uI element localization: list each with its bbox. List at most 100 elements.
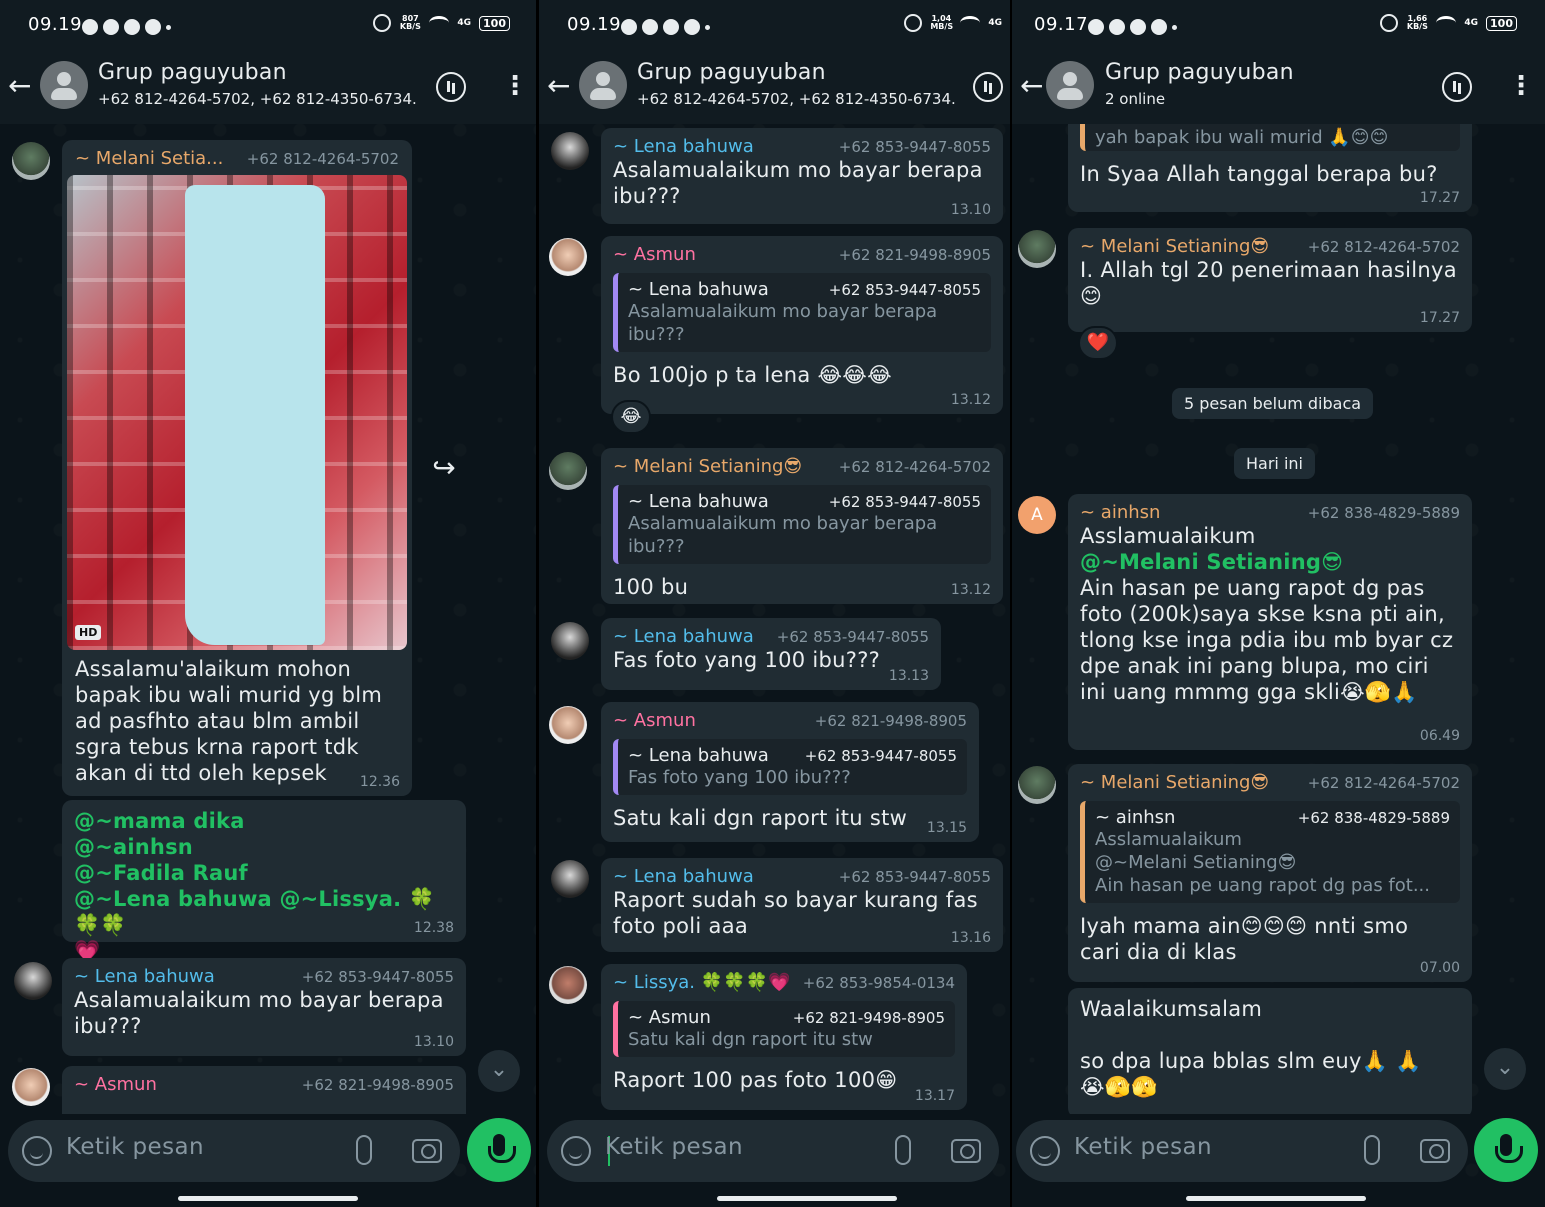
group-title[interactable]: Grup paguyuban (637, 60, 826, 85)
message-input[interactable]: Ketik pesan (605, 1134, 743, 1160)
sender-avatar[interactable] (549, 966, 587, 1004)
reply-message[interactable]: ~ Melani Setianing😎 +62 812-4264-5702 ~ … (601, 448, 1003, 604)
text-message[interactable]: ~ Lena bahuwa +62 853-9447-8055 Raport s… (601, 858, 1003, 952)
sender-name[interactable]: ~ Melani Setia... (75, 148, 223, 169)
attached-photo[interactable]: HD (67, 175, 407, 650)
quoted-message[interactable]: ~ Asmun +62 821-9498-8905 Satu kali dgn r… (613, 1001, 955, 1057)
sender-avatar[interactable] (551, 622, 589, 660)
reply-message[interactable]: ~ Lissya. 🍀🍀🍀💗 +62 853-9854-0134 ~ Asmun… (601, 964, 967, 1110)
group-avatar[interactable] (40, 61, 88, 109)
chat-header[interactable]: ← Grup paguyuban +62 812-4264-5702, +62 … (0, 52, 536, 124)
chat-header[interactable]: ← Grup paguyuban 2 online (1012, 52, 1545, 124)
message-list[interactable]: ~ Melani Setia... +62 812-4264-5702 HD A… (0, 124, 536, 1114)
sticker-icon[interactable] (22, 1136, 52, 1166)
overflow-menu-icon[interactable] (1508, 72, 1516, 102)
quoted-message[interactable]: ~ ainhsn +62 838-4829-5889 Asslamualaikum… (1080, 801, 1460, 903)
camera-icon[interactable] (1420, 1139, 1450, 1163)
whatsapp-icon (621, 19, 637, 35)
group-avatar[interactable] (579, 61, 627, 109)
mention-message[interactable]: ~ ainhsn +62 838-4829-5889 Asslamualaiku… (1068, 494, 1472, 750)
overflow-menu-icon[interactable] (502, 72, 510, 102)
sender-name[interactable]: ~ Asmun (613, 710, 696, 731)
home-indicator[interactable] (1186, 1196, 1366, 1201)
attach-icon[interactable] (1364, 1135, 1380, 1165)
forward-icon[interactable]: ↪ (424, 448, 464, 488)
quoted-message[interactable]: ~ Lena bahuwa +62 853-9447-8055 Asalamual… (613, 273, 991, 352)
chat-header[interactable]: ← Grup paguyuban +62 812-4264-5702, +62 … (539, 52, 1010, 124)
reply-message[interactable]: ~ Melani Setianing😎 +62 812-4264-5702 ~ … (1068, 764, 1472, 982)
sender-name[interactable]: ~ Lissya. 🍀🍀🍀💗 (613, 972, 790, 993)
camera-icon[interactable] (412, 1139, 442, 1163)
message-composer[interactable]: Ketik pesan (547, 1120, 999, 1182)
sender-avatar[interactable] (549, 452, 587, 490)
reaction-badge[interactable]: 😂 (611, 400, 651, 434)
attach-icon[interactable] (895, 1135, 911, 1165)
sender-name[interactable]: ~ Lena bahuwa (74, 966, 215, 987)
heart-reaction-badge[interactable]: ❤️ (1078, 326, 1118, 360)
camera-icon[interactable] (951, 1139, 981, 1163)
voice-record-button[interactable] (467, 1118, 531, 1182)
sender-avatar[interactable] (551, 860, 589, 898)
voice-record-button[interactable] (1474, 1118, 1538, 1182)
sender-avatar[interactable] (1018, 766, 1056, 804)
sender-avatar[interactable] (1018, 230, 1056, 268)
scroll-down-button[interactable]: ⌄ (478, 1050, 520, 1092)
sender-avatar[interactable] (12, 142, 50, 180)
group-call-icon[interactable] (436, 72, 466, 102)
scroll-down-button[interactable]: ⌄ (1484, 1048, 1526, 1090)
sender-name[interactable]: ~ ainhsn (1080, 502, 1160, 523)
text-message[interactable]: ~ Lena bahuwa +62 853-9447-8055 Fas foto… (601, 618, 941, 690)
sender-avatar[interactable] (14, 962, 52, 1000)
message-input[interactable]: Ketik pesan (1074, 1134, 1212, 1160)
sender-name[interactable]: ~ Asmun (74, 1074, 157, 1095)
home-indicator[interactable] (178, 1196, 358, 1201)
text-message[interactable]: ~ Melani Setianing😎 +62 812-4264-5702 I.… (1068, 228, 1472, 332)
quoted-message[interactable]: ~ Lena bahuwa +62 853-9447-8055 Asalamual… (613, 485, 991, 564)
quoted-message[interactable]: yah bapak ibu wali murid 🙏😊😊 (1080, 124, 1460, 151)
quoted-message[interactable]: ~ Lena bahuwa +62 853-9447-8055 Fas foto … (613, 739, 967, 795)
reply-message[interactable]: ~ Asmun +62 821-9498-8905 ~ Lena bahuwa +… (601, 236, 1003, 414)
text-message[interactable]: Waalaikumsalam so dpa lupa bblas slm euy… (1068, 988, 1472, 1114)
sender-name[interactable]: ~ Melani Setianing😎 (613, 456, 802, 477)
sender-name[interactable]: ~ Melani Setianing😎 (1080, 772, 1269, 793)
message-composer[interactable]: Ketik pesan (1016, 1120, 1468, 1182)
sender-name[interactable]: ~ Lena bahuwa (613, 626, 754, 647)
sender-name[interactable]: ~ Lena bahuwa (613, 136, 754, 157)
sender-name[interactable]: ~ Asmun (613, 244, 696, 265)
mention-message[interactable]: @~mama dika @~ainhsn @~Fadila Rauf @~Len… (62, 800, 466, 963)
message-list[interactable]: ~ Lena bahuwa +62 853-9447-8055 Asalamua… (539, 124, 1010, 1114)
group-title[interactable]: Grup paguyuban (98, 60, 287, 85)
mention-list[interactable]: @~mama dika @~ainhsn @~Fadila Rauf @~Len… (74, 808, 454, 964)
home-indicator[interactable] (717, 1196, 897, 1201)
sticker-icon[interactable] (561, 1136, 591, 1166)
sender-avatar[interactable] (551, 132, 589, 170)
sender-name[interactable]: ~ Lena bahuwa (613, 866, 754, 887)
mention-link[interactable]: @~Melani Setianing😎 (1080, 549, 1460, 575)
message-list[interactable]: yah bapak ibu wali murid 🙏😊😊 In Syaa All… (1012, 124, 1545, 1114)
message-input[interactable]: Ketik pesan (66, 1134, 204, 1160)
text-message[interactable]: ~ Lena bahuwa +62 853-9447-8055 Asalamua… (601, 128, 1003, 224)
text-message[interactable]: ~ Asmun +62 821-9498-8905 (62, 1066, 466, 1114)
group-call-icon[interactable] (1442, 72, 1472, 102)
group-members[interactable]: +62 812-4264-5702, +62 812-4350-6734... (98, 90, 418, 108)
sender-avatar[interactable] (12, 1068, 50, 1106)
sender-avatar[interactable] (549, 706, 587, 744)
sender-avatar[interactable] (549, 238, 587, 276)
attach-icon[interactable] (356, 1135, 372, 1165)
group-members[interactable]: +62 812-4264-5702, +62 812-4350-6734... (637, 90, 957, 108)
more-dot-icon (1172, 24, 1177, 30)
sender-avatar[interactable]: A (1018, 496, 1056, 534)
reply-message[interactable]: ~ Asmun +62 821-9498-8905 ~ Lena bahuwa +… (601, 702, 979, 842)
text-message[interactable]: ~ Lena bahuwa +62 853-9447-8055 Asalamua… (62, 958, 466, 1056)
message-composer[interactable]: Ketik pesan (8, 1120, 460, 1182)
group-call-icon[interactable] (973, 72, 1003, 102)
reply-message[interactable]: yah bapak ibu wali murid 🙏😊😊 In Syaa All… (1068, 124, 1472, 212)
group-avatar[interactable] (1046, 61, 1094, 109)
group-online-status[interactable]: 2 online (1105, 90, 1165, 108)
back-arrow-icon[interactable]: ← (8, 72, 38, 102)
sticker-icon[interactable] (1030, 1136, 1060, 1166)
group-title[interactable]: Grup paguyuban (1105, 60, 1294, 85)
sender-name[interactable]: ~ Melani Setianing😎 (1080, 236, 1269, 257)
back-arrow-icon[interactable]: ← (547, 72, 577, 102)
image-message[interactable]: ~ Melani Setia... +62 812-4264-5702 HD A… (62, 140, 412, 796)
